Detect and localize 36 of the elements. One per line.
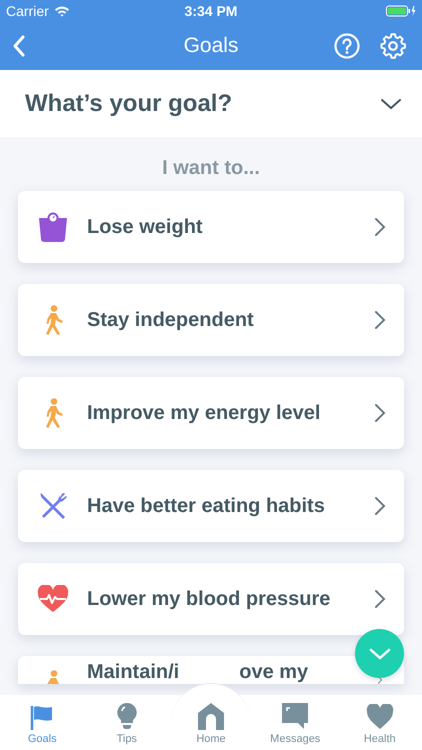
help-button[interactable] (332, 31, 362, 61)
nav-title: Goals (184, 34, 238, 58)
chevron-right-icon (374, 589, 386, 609)
goal-label: ove my (239, 661, 308, 684)
goal-card[interactable]: Stay independent (18, 284, 404, 356)
settings-button[interactable] (378, 31, 408, 61)
goal-card[interactable]: Have better eating habits (18, 470, 404, 542)
goal-label: Stay independent (87, 308, 254, 332)
heart-pulse-icon (37, 585, 69, 613)
goal-card[interactable]: Maintain/i ove my (18, 656, 404, 684)
goal-label: Improve my energy level (87, 402, 320, 424)
fork-knife-icon (38, 491, 68, 521)
lightbulb-icon (116, 702, 138, 730)
speech-bubble-icon (281, 702, 310, 730)
chevron-down-icon (368, 646, 390, 660)
goal-label: Have better eating habits (87, 494, 325, 518)
heart-icon (366, 704, 394, 730)
goal-card[interactable]: Lower my blood pressure (18, 563, 404, 635)
chevron-right-icon (374, 496, 386, 516)
chevron-right-icon (374, 403, 386, 423)
prompt-text: I want to... (161, 156, 261, 180)
home-icon (197, 702, 225, 730)
chevron-right-icon (374, 310, 386, 330)
wifi-icon (54, 5, 70, 17)
goal-label: Maintain/i (87, 661, 180, 684)
goal-card[interactable]: Lose weight (18, 191, 404, 263)
scale-icon (37, 212, 69, 242)
battery-icon (386, 5, 416, 17)
status-time: 3:34 PM (184, 3, 238, 19)
chevron-right-icon (374, 217, 386, 237)
goal-label: Lose weight (87, 216, 203, 238)
goal-label: Lower my blood pressure (87, 588, 330, 610)
flag-icon (30, 704, 54, 730)
goal-card[interactable]: Improve my energy level (18, 377, 404, 449)
goal-dropdown[interactable]: What’s your goal? (0, 70, 422, 137)
carrier-name: Carrier (6, 3, 49, 19)
